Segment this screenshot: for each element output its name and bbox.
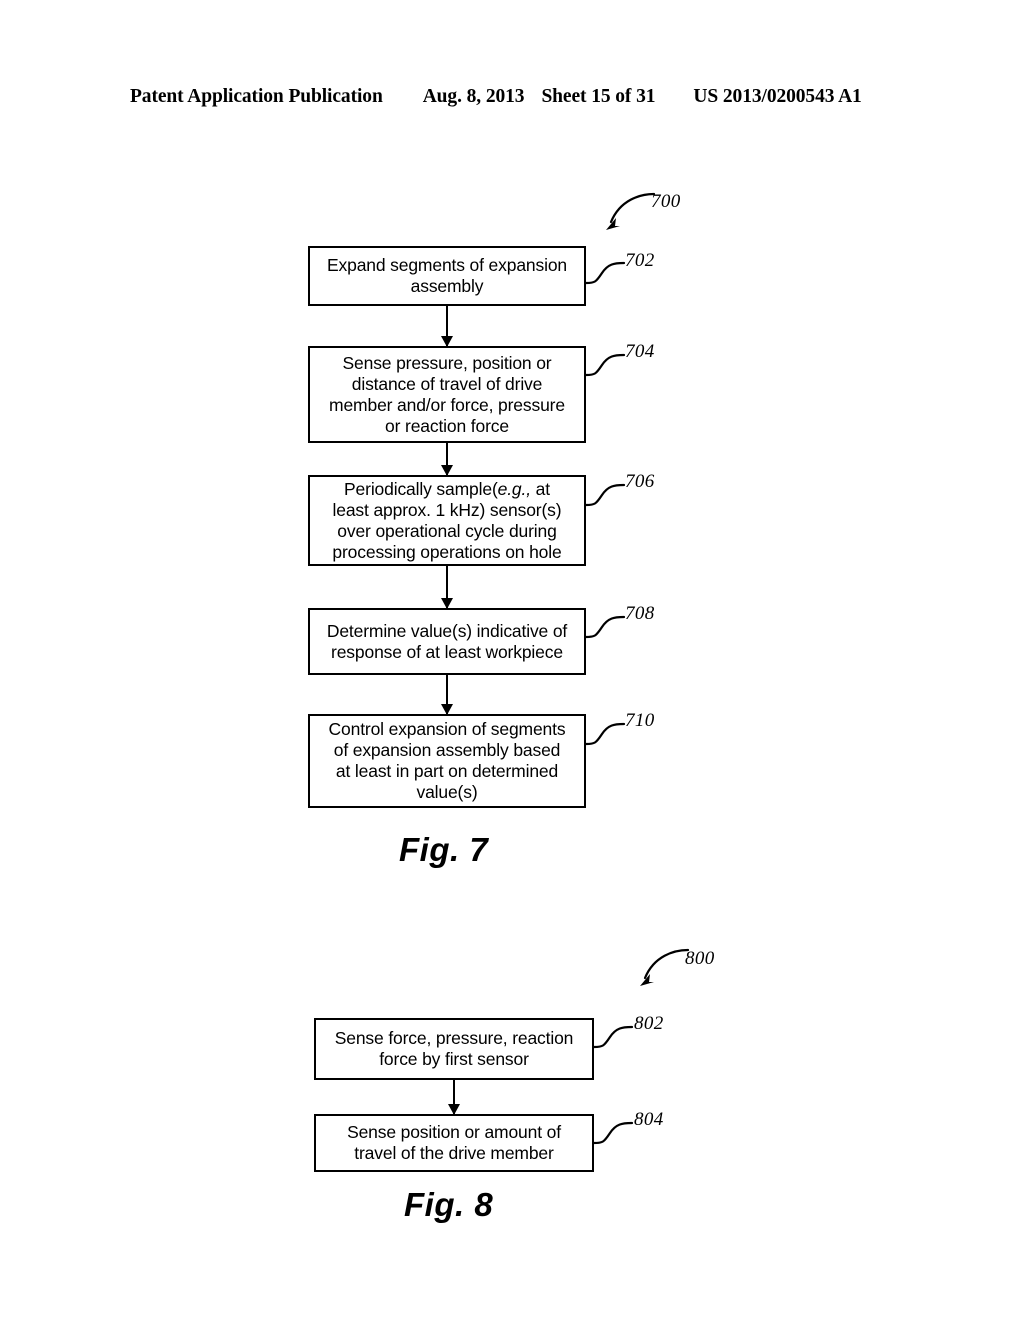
flow-step-802-box: Sense force, pressure, reaction force by … (314, 1018, 594, 1080)
flow-step-804-text: Sense position or amount of travel of the… (347, 1122, 561, 1163)
flow-step-802-leader (592, 1025, 634, 1049)
flow-step-802-text: Sense force, pressure, reaction force by … (334, 1028, 574, 1069)
flow-step-804-box: Sense position or amount of travel of the… (314, 1114, 594, 1172)
flow-step-804-ref-number: 804 (634, 1109, 664, 1130)
flow-step-802-ref-number: 802 (634, 1013, 664, 1034)
patent-drawing-page: Patent Application Publication Aug. 8, 2… (0, 0, 1024, 1320)
connector-802-to-804 (453, 1080, 455, 1114)
figure-8-caption: Fig. 8 (404, 1186, 494, 1223)
figure-800-ref-number: 800 (685, 948, 715, 969)
flow-step-804-leader (592, 1121, 634, 1145)
figure-8: 800 Sense force, pressure, reaction force… (0, 0, 1024, 1320)
